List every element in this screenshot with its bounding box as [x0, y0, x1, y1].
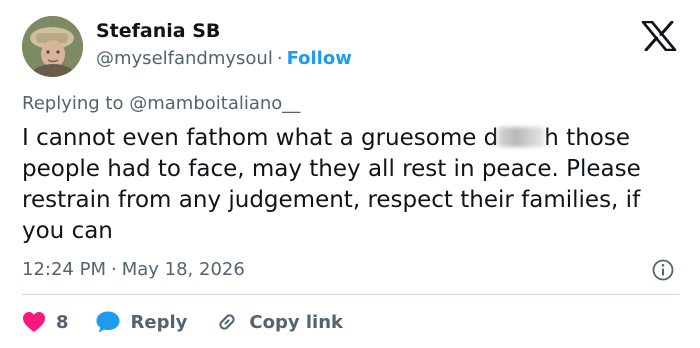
- handle-row: @myselfandmysoul · Follow: [96, 48, 352, 69]
- reply-label: Reply: [130, 311, 188, 333]
- like-button[interactable]: 8: [22, 311, 69, 333]
- like-count: 8: [56, 311, 69, 333]
- meta-separator: ·: [110, 259, 117, 280]
- replying-to: Replying to @mamboitaliano__: [22, 93, 300, 114]
- replying-mention[interactable]: @mamboitaliano__: [129, 93, 300, 114]
- heart-icon: [23, 312, 45, 332]
- action-bar: 8 Reply Copy link: [22, 309, 343, 335]
- tweet-text-part-1: I cannot even fathom what a gruesome d: [22, 125, 499, 151]
- tweet-time: 12:24 PM: [22, 259, 106, 280]
- copy-link-label: Copy link: [249, 311, 343, 333]
- x-logo-icon[interactable]: [641, 21, 677, 51]
- divider: [22, 294, 679, 295]
- censored-word-blur: [498, 127, 545, 147]
- tweet-timestamp[interactable]: 12:24 PM · May 18, 2026: [22, 259, 245, 280]
- speech-bubble-icon: [96, 311, 120, 333]
- avatar-image: [22, 16, 83, 77]
- display-name[interactable]: Stefania SB: [96, 20, 220, 42]
- tweet-card: Stefania SB @myselfandmysoul · Follow Repl…: [0, 0, 700, 348]
- user-handle[interactable]: @myselfandmysoul: [96, 48, 273, 69]
- tweet-text: I cannot even fathom what a gruesome dh …: [22, 123, 662, 247]
- avatar[interactable]: [22, 16, 83, 77]
- link-icon: [219, 314, 235, 330]
- copy-link-button[interactable]: Copy link: [215, 310, 343, 334]
- info-icon[interactable]: [652, 259, 674, 281]
- reply-button[interactable]: Reply: [95, 310, 188, 334]
- separator-dot: ·: [276, 48, 283, 69]
- tweet-date: May 18, 2026: [121, 259, 245, 280]
- follow-button[interactable]: Follow: [287, 48, 352, 69]
- replying-prefix: Replying to: [22, 93, 124, 114]
